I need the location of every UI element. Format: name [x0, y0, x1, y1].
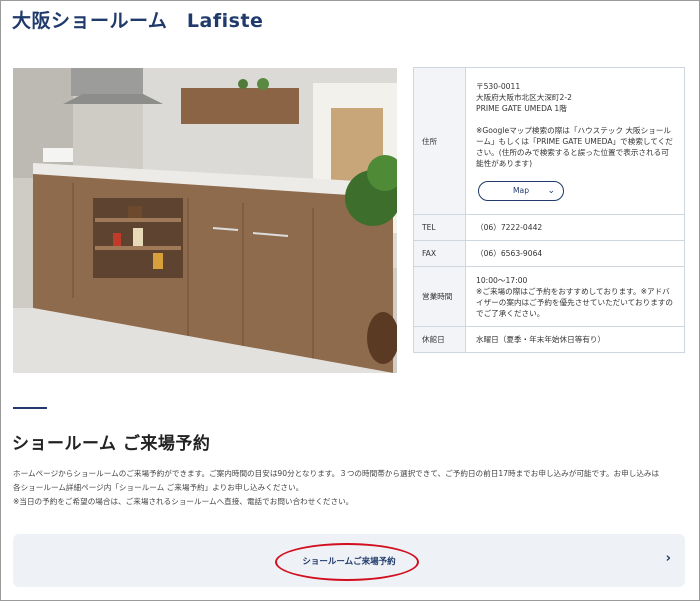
showroom-info-table: 住所 〒530-0011 大阪府大阪市北区大深町2-2 PRIME GATE U…	[413, 67, 685, 353]
reservation-text-line: 各ショールーム詳細ページ内「ショールーム ご来場予約」よりお申し込みください。	[13, 483, 304, 492]
map-button-label: Map	[512, 186, 530, 195]
hours-value: 10:00～17:00 ※ご来場の際はご予約をおすすめしております。※アドバイザ…	[465, 266, 685, 327]
section-divider	[13, 407, 47, 409]
page-title: 大阪ショールーム Lafiste	[12, 10, 264, 32]
fax-row: FAX （06）6563-9064	[413, 240, 685, 267]
map-button[interactable]: Map ⌄	[478, 181, 564, 201]
hours-note: ※ご来場の際はご予約をおすすめしております。※アドバイザーの案内はご予約を優先さ…	[476, 286, 673, 318]
hours-row: 営業時間 10:00～17:00 ※ご来場の際はご予約をおすすめしております。※…	[413, 266, 685, 327]
address-label: 住所	[413, 67, 466, 215]
closed-label: 休館日	[413, 326, 466, 353]
address-value: 〒530-0011 大阪府大阪市北区大深町2-2 PRIME GATE UMED…	[465, 67, 685, 215]
showroom-photo	[13, 68, 397, 373]
reservation-button-label: ショールームご来場予約	[302, 557, 396, 567]
chevron-down-icon: ⌄	[547, 186, 555, 196]
address-postal: 〒530-0011	[476, 82, 521, 91]
tel-value: （06）7222-0442	[465, 214, 685, 241]
reservation-description: ホームページからショールームのご来場予約ができます。ご案内時間の目安は90分とな…	[13, 467, 689, 509]
fax-label: FAX	[413, 240, 466, 267]
reservation-button[interactable]: ショールームご来場予約 ›	[13, 534, 685, 587]
reservation-text-line: ※当日の予約をご希望の場合は、ご来場されるショールームへ直接、電話でお問い合わせ…	[13, 497, 354, 506]
closed-row: 休館日 水曜日（夏季・年末年始休日等有り）	[413, 326, 685, 353]
address-row: 住所 〒530-0011 大阪府大阪市北区大深町2-2 PRIME GATE U…	[413, 67, 685, 215]
tel-label: TEL	[413, 214, 466, 241]
chevron-right-icon: ›	[665, 551, 671, 566]
hours-time: 10:00～17:00	[476, 275, 528, 285]
kitchen-photo-image	[13, 68, 397, 373]
address-note: ※Googleマップ検索の際は「ハウステック 大阪ショールーム」もしくは「PRI…	[476, 126, 673, 168]
fax-value: （06）6563-9064	[465, 240, 685, 267]
reservation-heading: ショールーム ご来場予約	[12, 434, 211, 454]
reservation-text-line: ホームページからショールームのご来場予約ができます。ご案内時間の目安は90分とな…	[13, 469, 660, 478]
address-street: 大阪府大阪市北区大深町2-2	[476, 93, 572, 102]
address-building: PRIME GATE UMEDA 1階	[476, 104, 567, 113]
closed-value: 水曜日（夏季・年末年始休日等有り）	[465, 326, 685, 353]
tel-row: TEL （06）7222-0442	[413, 214, 685, 241]
hours-label: 営業時間	[413, 266, 466, 327]
